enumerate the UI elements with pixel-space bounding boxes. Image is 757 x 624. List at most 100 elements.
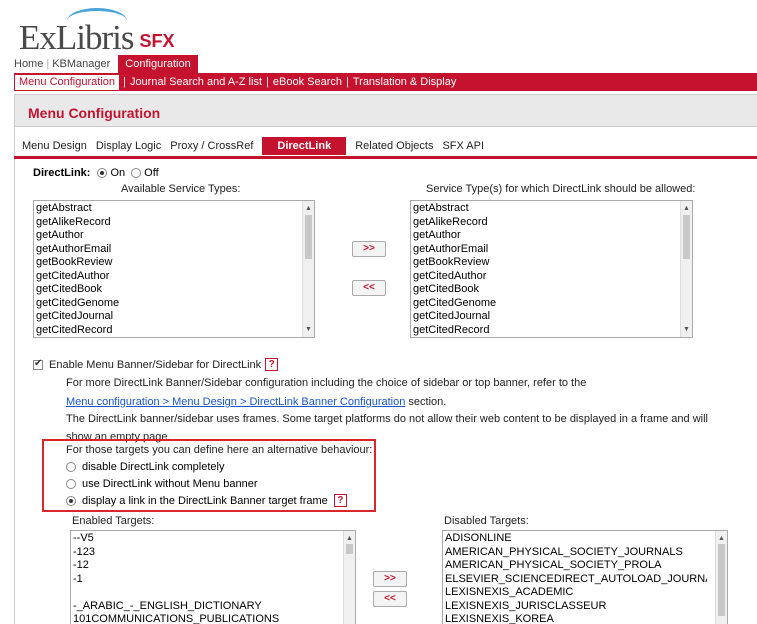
banner-checkbox[interactable] <box>33 358 43 370</box>
enable-target-button[interactable]: >> <box>373 571 407 587</box>
list-item[interactable]: LEXISNEXIS_ACADEMIC <box>445 586 725 600</box>
list-item[interactable]: getAuthorEmail <box>413 243 690 257</box>
subnav-ebook-search[interactable]: eBook Search <box>269 73 346 91</box>
list-item[interactable]: getBookReview <box>36 256 312 270</box>
allowed-services-list[interactable]: getAbstract getAlikeRecord getAuthor get… <box>410 200 693 338</box>
top-nav: Home | KBManager Configuration <box>14 55 198 73</box>
directlink-toggle: DirectLink: On Off <box>33 167 159 179</box>
list-item[interactable]: getAbstract <box>413 202 690 216</box>
alt-option-disable[interactable]: disable DirectLink completely <box>66 461 224 473</box>
add-service-button[interactable]: >> <box>352 241 386 257</box>
list-item[interactable]: AMERICAN_PHYSICAL_SOCIETY_JOURNALS <box>445 546 725 560</box>
banner-info-line1: For more DirectLink Banner/Sidebar confi… <box>66 377 587 389</box>
subnav-translation-display[interactable]: Translation & Display <box>349 73 461 91</box>
top-nav-configuration[interactable]: Configuration <box>118 55 198 73</box>
directlink-label: DirectLink: <box>33 167 91 179</box>
tab-related-objects[interactable]: Related Objects <box>355 140 433 152</box>
available-services-header: Available Service Types: <box>121 183 241 195</box>
banner-checkbox-label: Enable Menu Banner/Sidebar for DirectLin… <box>49 358 262 371</box>
list-item[interactable]: getCitedBook <box>36 283 312 297</box>
scroll-down-icon[interactable]: ▼ <box>305 323 312 337</box>
help-icon[interactable]: ? <box>265 358 279 371</box>
sub-nav: Menu Configuration | Journal Search and … <box>14 73 757 91</box>
list-item[interactable]: --V5 <box>73 532 353 546</box>
list-item[interactable]: AMERICAN_PHYSICAL_SOCIETY_PROLA <box>445 559 725 573</box>
scroll-up-icon[interactable]: ▲ <box>305 202 312 216</box>
alternative-intro: For those targets you can define here an… <box>66 444 373 456</box>
scroll-thumb[interactable] <box>346 544 353 554</box>
scroll-thumb[interactable] <box>683 215 690 259</box>
list-item[interactable]: getCitedRecord <box>413 324 690 338</box>
list-item[interactable]: getAuthor <box>413 229 690 243</box>
disabled-targets-header: Disabled Targets: <box>444 515 529 527</box>
scrollbar[interactable]: ▲ ▼ <box>302 201 314 337</box>
available-services-list[interactable]: getAbstract getAlikeRecord getAuthor get… <box>33 200 315 338</box>
list-item[interactable]: getAlikeRecord <box>413 216 690 230</box>
alt-option-link-frame[interactable]: display a link in the DirectLink Banner … <box>66 494 347 507</box>
directlink-off-radio[interactable] <box>131 168 142 178</box>
disable-target-button[interactable]: << <box>373 591 407 607</box>
list-item[interactable]: getCitedAuthor <box>36 270 312 284</box>
enabled-targets-header: Enabled Targets: <box>72 515 155 527</box>
list-item[interactable]: getBookReview <box>413 256 690 270</box>
list-item[interactable]: getCitedRecord <box>36 324 312 338</box>
logo-arc-icon <box>67 8 127 34</box>
tab-menu-design[interactable]: Menu Design <box>22 140 87 152</box>
alt-no-banner-radio[interactable] <box>66 479 76 489</box>
subnav-journal-search[interactable]: Journal Search and A-Z list <box>126 73 266 91</box>
alt-disable-label: disable DirectLink completely <box>82 461 225 473</box>
list-item[interactable]: -1 <box>73 573 353 587</box>
scroll-down-icon[interactable]: ▼ <box>683 323 690 337</box>
list-item[interactable]: getCitedJournal <box>36 310 312 324</box>
list-item[interactable]: LEXISNEXIS_KOREA <box>445 613 725 624</box>
list-item[interactable]: -_ARABIC_-_ENGLISH_DICTIONARY <box>73 600 353 614</box>
list-item[interactable] <box>73 586 353 600</box>
list-item[interactable]: -123 <box>73 546 353 560</box>
list-item[interactable]: getAuthor <box>36 229 312 243</box>
list-item[interactable]: getAuthorEmail <box>36 243 312 257</box>
tab-display-logic[interactable]: Display Logic <box>96 140 161 152</box>
banner-info-suffix: section. <box>405 396 447 408</box>
alt-disable-radio[interactable] <box>66 462 76 472</box>
list-item[interactable]: -12 <box>73 559 353 573</box>
tab-underline <box>14 156 757 159</box>
tab-sfx-api[interactable]: SFX API <box>442 140 484 152</box>
scroll-thumb[interactable] <box>718 544 725 616</box>
directlink-on-label: On <box>110 167 126 179</box>
page-title: Menu Configuration <box>28 105 161 121</box>
top-nav-home[interactable]: Home <box>14 58 43 70</box>
list-item[interactable]: LEXISNEXIS_JURISCLASSEUR <box>445 600 725 614</box>
help-icon[interactable]: ? <box>333 494 347 507</box>
alt-option-no-banner[interactable]: use DirectLink without Menu banner <box>66 478 257 490</box>
list-item[interactable]: getCitedGenome <box>413 297 690 311</box>
list-item[interactable]: getAlikeRecord <box>36 216 312 230</box>
scroll-thumb[interactable] <box>305 215 312 259</box>
alt-link-frame-radio[interactable] <box>66 495 76 506</box>
tab-directlink[interactable]: DirectLink <box>262 137 347 155</box>
list-item[interactable]: getCitedGenome <box>36 297 312 311</box>
tab-proxy-crossref[interactable]: Proxy / CrossRef <box>170 140 253 152</box>
list-item[interactable]: ADISONLINE <box>445 532 725 546</box>
disabled-targets-list[interactable]: ADISONLINE AMERICAN_PHYSICAL_SOCIETY_JOU… <box>442 530 728 624</box>
list-item[interactable]: ELSEVIER_SCIENCEDIRECT_AUTOLOAD_JOURNALS <box>445 573 707 587</box>
banner-info-line2: Menu configuration > Menu Design > Direc… <box>66 396 446 408</box>
scrollbar[interactable]: ▲ ▼ <box>680 201 692 337</box>
list-item[interactable]: getCitedBook <box>413 283 690 297</box>
subnav-menu-configuration[interactable]: Menu Configuration <box>14 73 121 91</box>
top-nav-kbmanager[interactable]: KBManager <box>52 58 110 70</box>
list-item[interactable]: getCitedJournal <box>413 310 690 324</box>
enabled-targets-list[interactable]: --V5 -123 -12 -1 -_ARABIC_-_ENGLISH_DICT… <box>70 530 356 624</box>
allowed-services-header: Service Type(s) for which DirectLink sho… <box>426 183 696 195</box>
list-item[interactable]: 101COMMUNICATIONS_PUBLICATIONS <box>73 613 353 624</box>
scrollbar[interactable]: ▲ <box>343 531 355 624</box>
logo-product: SFX <box>139 31 175 51</box>
banner-row: Enable Menu Banner/Sidebar for DirectLin… <box>33 358 279 371</box>
list-item[interactable]: getAbstract <box>36 202 312 216</box>
list-item[interactable]: getCitedAuthor <box>413 270 690 284</box>
remove-service-button[interactable]: << <box>352 280 386 296</box>
directlink-on-radio[interactable] <box>97 168 108 178</box>
scroll-up-icon[interactable]: ▲ <box>683 202 690 216</box>
scrollbar[interactable]: ▲ <box>715 531 727 624</box>
directlink-off-label: Off <box>144 167 159 179</box>
banner-config-link[interactable]: Menu configuration > Menu Design > Direc… <box>66 396 405 408</box>
